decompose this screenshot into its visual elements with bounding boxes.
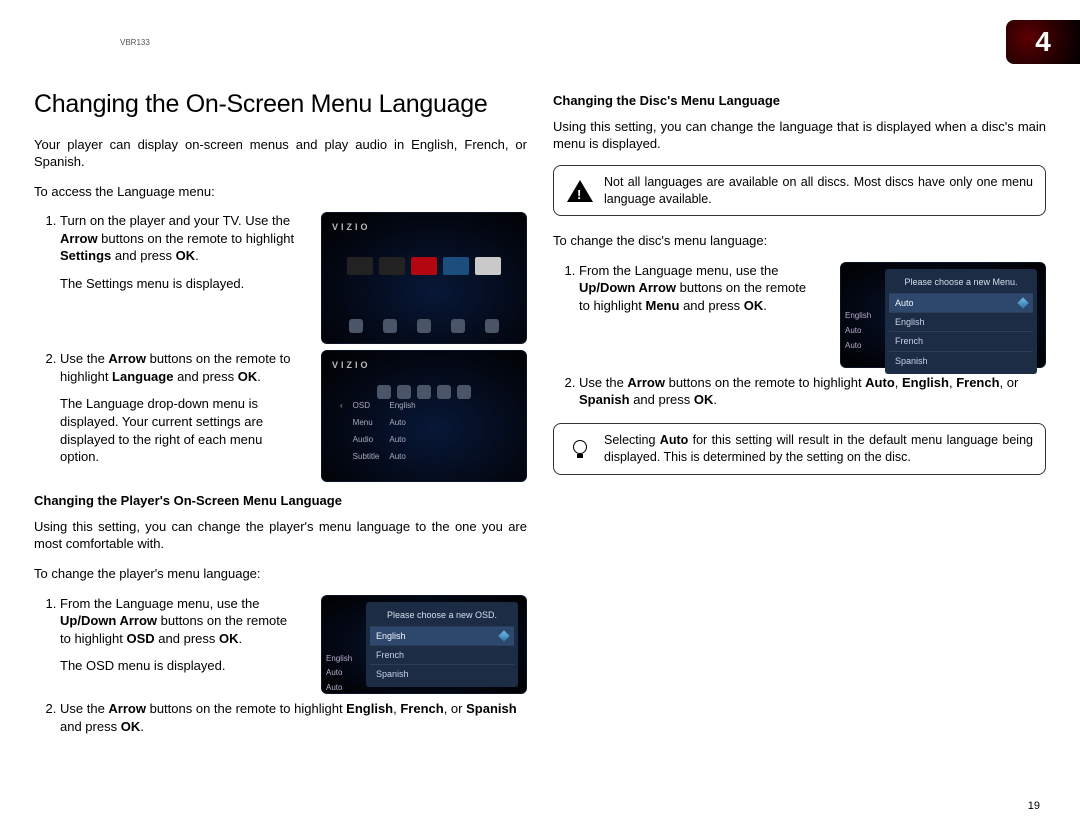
lightbulb-icon	[566, 435, 594, 463]
brand-label: VIZIO	[332, 221, 371, 233]
nav-icon	[485, 319, 499, 333]
nav-icon	[417, 385, 431, 399]
selection-icon	[498, 630, 509, 641]
nav-icon	[397, 385, 411, 399]
osd-subheading: Changing the Player's On-Screen Menu Lan…	[34, 492, 527, 510]
osd-popup: Please choose a new OSD. English French …	[366, 602, 518, 688]
warning-text: Not all languages are available on all d…	[604, 174, 1033, 208]
step-1-row: Turn on the player and your TV. Use the …	[34, 212, 527, 344]
brand-label: VIZIO	[332, 359, 371, 371]
app-tile-netflix	[411, 257, 437, 275]
osd-popup-title: Please choose a new OSD.	[370, 606, 514, 626]
osd-step-2: Use the Arrow buttons on the remote to h…	[60, 700, 527, 735]
menu-option-auto: Auto	[889, 293, 1033, 312]
menu-popup-screenshot: English Auto Auto Please choose a new Me…	[840, 262, 1046, 368]
menu-option-english: English	[889, 312, 1033, 331]
osd-option-english: English	[370, 626, 514, 645]
app-tile-pandora	[475, 257, 501, 275]
settings-screenshot: VIZIO	[321, 212, 527, 344]
osd-option-spanish: Spanish	[370, 664, 514, 683]
left-column: Changing the On-Screen Menu Language You…	[34, 88, 527, 749]
osd-option-french: French	[370, 645, 514, 664]
nav-icon	[383, 319, 397, 333]
warning-icon	[566, 177, 594, 205]
disc-step-1-row: From the Language menu, use the Up/Down …	[553, 262, 1046, 368]
nav-icon	[349, 319, 363, 333]
hint-text: Selecting Auto for this setting will res…	[604, 432, 1033, 466]
menu-option-french: French	[889, 331, 1033, 350]
app-tile	[379, 257, 405, 275]
disc-intro: Using this setting, you can change the l…	[553, 118, 1046, 153]
nav-icon	[417, 319, 431, 333]
step-2-row: Use the Arrow buttons on the remote to h…	[34, 350, 527, 482]
menu-popup: Please choose a new Menu. Auto English F…	[885, 269, 1037, 374]
osd-popup-screenshot: English Auto Auto Please choose a new OS…	[321, 595, 527, 695]
step-1: Turn on the player and your TV. Use the …	[60, 212, 307, 292]
osd-step-1: From the Language menu, use the Up/Down …	[60, 595, 307, 675]
language-screenshot: VIZIO ‹ OSDMenuAudioSubtitle EnglishAuto…	[321, 350, 527, 482]
section-heading: Changing the On-Screen Menu Language	[34, 88, 527, 122]
osd-step-1-row: From the Language menu, use the Up/Down …	[34, 595, 527, 695]
selection-icon	[1017, 297, 1028, 308]
nav-icon	[457, 385, 471, 399]
disc-step-1: From the Language menu, use the Up/Down …	[579, 262, 826, 315]
model-number: VBR133	[120, 38, 150, 47]
disc-lead: To change the disc's menu language:	[553, 232, 1046, 250]
step-2: Use the Arrow buttons on the remote to h…	[60, 350, 307, 465]
hint-callout: Selecting Auto for this setting will res…	[553, 423, 1046, 475]
access-lead: To access the Language menu:	[34, 183, 527, 201]
step-1-result: The Settings menu is displayed.	[60, 276, 244, 291]
right-column: Changing the Disc's Menu Language Using …	[553, 88, 1046, 749]
osd-step-1-result: The OSD menu is displayed.	[60, 658, 225, 673]
nav-icon	[437, 385, 451, 399]
menu-popup-title: Please choose a new Menu.	[889, 273, 1033, 293]
osd-intro: Using this setting, you can change the p…	[34, 518, 527, 553]
app-tile	[347, 257, 373, 275]
app-tile-vudu	[443, 257, 469, 275]
page-number: 19	[1028, 800, 1040, 812]
manual-page: VBR133 4 Changing the On-Screen Menu Lan…	[0, 0, 1080, 834]
nav-icon	[451, 319, 465, 333]
menu-option-spanish: Spanish	[889, 351, 1033, 370]
step-2-result: The Language drop-down menu is displayed…	[60, 396, 263, 464]
chapter-tab: 4	[1006, 20, 1080, 64]
intro-text: Your player can display on-screen menus …	[34, 136, 527, 171]
disc-subheading: Changing the Disc's Menu Language	[553, 92, 1046, 110]
warning-callout: Not all languages are available on all d…	[553, 165, 1046, 217]
nav-icon	[377, 385, 391, 399]
osd-lead: To change the player's menu language:	[34, 565, 527, 583]
disc-step-2: Use the Arrow buttons on the remote to h…	[579, 374, 1046, 409]
